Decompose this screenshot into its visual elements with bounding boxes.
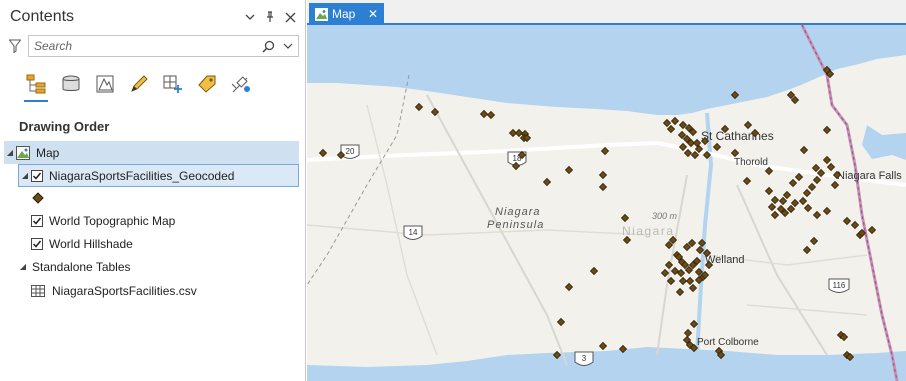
search-input[interactable] <box>29 38 258 54</box>
layer-visibility-checkbox[interactable] <box>31 214 43 227</box>
map-panel: Map ✕ 20 18 14 3 116 St Catharines Thoro… <box>307 0 906 381</box>
layer-row-world-hillshade[interactable]: World Hillshade <box>0 232 305 255</box>
map-icon <box>16 145 30 160</box>
place-label-niagara-peninsula-2: Peninsula <box>487 219 544 231</box>
layer-row-world-topographic-map[interactable]: World Topographic Map <box>0 209 305 232</box>
collapse-triangle-icon[interactable]: ◢ <box>4 148 16 157</box>
pane-title: Contents <box>10 8 75 25</box>
place-label-port-colborne: Port Colborne <box>697 337 759 348</box>
point-symbol-icon[interactable] <box>32 192 44 204</box>
search-options-chevron-icon[interactable] <box>278 36 298 56</box>
list-by-drawing-order-icon[interactable] <box>20 69 54 102</box>
tab-label: Map <box>332 7 356 21</box>
layer-tree: ◢ Map ◢ NiagaraSportsFacilities_Geocoded… <box>0 141 305 304</box>
table-icon <box>31 285 45 297</box>
place-label-niagara-falls: Niagara Falls <box>837 170 902 182</box>
contents-header: Contents <box>0 0 305 34</box>
list-by-perspective-imagery-icon[interactable] <box>224 69 258 99</box>
list-by-editing-icon[interactable] <box>122 69 156 99</box>
highway-shield-116: 116 <box>828 278 850 293</box>
shield-label: 20 <box>346 147 355 156</box>
table-label: NiagaraSportsFacilities.csv <box>52 284 197 298</box>
search-icon[interactable] <box>258 36 278 56</box>
map-node-label: Map <box>36 145 60 160</box>
contents-pane: Contents Search Drawing Order ◢ Map ◢ Ni… <box>0 0 306 381</box>
layer-label: NiagaraSportsFacilities_Geocoded <box>49 168 235 183</box>
close-icon[interactable] <box>281 8 299 26</box>
layer-row-niagara-sports-facilities[interactable]: ◢ NiagaraSportsFacilities_Geocoded <box>18 164 299 187</box>
shield-label: 14 <box>409 228 418 237</box>
tab-close-icon[interactable]: ✕ <box>366 7 380 21</box>
layer-symbol-row[interactable] <box>0 187 305 209</box>
tab-map[interactable]: Map ✕ <box>309 3 384 25</box>
list-by-selection-icon[interactable] <box>88 69 122 99</box>
collapse-triangle-icon[interactable]: ◢ <box>17 262 29 271</box>
map-canvas[interactable]: 20 18 14 3 116 St Catharines Thorold Nia… <box>307 25 906 381</box>
shield-label: 116 <box>833 281 846 290</box>
shield-label: 3 <box>582 354 587 363</box>
elevation-label: 300 m <box>652 211 678 221</box>
place-label-niagara-region: Niagara <box>622 224 675 238</box>
standalone-tables-node[interactable]: ◢ Standalone Tables <box>0 255 305 278</box>
table-row-niagara-sports-facilities-csv[interactable]: NiagaraSportsFacilities.csv <box>0 278 305 304</box>
place-label-st-catharines: St Catharines <box>701 129 774 143</box>
standalone-tables-label: Standalone Tables <box>32 259 131 274</box>
pin-icon[interactable] <box>261 8 279 26</box>
place-label-niagara-peninsula-1: Niagara <box>495 206 541 218</box>
search-box <box>28 35 299 57</box>
drawing-order-heading: Drawing Order <box>19 119 110 134</box>
contents-view-toolbar <box>0 66 305 102</box>
highway-shield-20: 20 <box>340 144 360 159</box>
list-by-snapping-icon[interactable] <box>156 69 190 99</box>
map-tabstrip: Map ✕ <box>307 0 906 25</box>
map-tab-icon <box>315 7 328 21</box>
highway-shield-14: 14 <box>403 225 423 240</box>
highway-shield-3: 3 <box>574 351 594 366</box>
filter-icon[interactable] <box>6 37 24 55</box>
collapse-triangle-icon[interactable]: ◢ <box>19 171 31 180</box>
layer-visibility-checkbox[interactable] <box>31 237 43 250</box>
layer-label: World Hillshade <box>49 236 133 251</box>
layer-visibility-checkbox[interactable] <box>31 169 43 182</box>
search-row <box>0 34 305 58</box>
list-by-labeling-icon[interactable] <box>190 69 224 99</box>
layer-label: World Topographic Map <box>49 213 176 228</box>
pane-options-chevron-icon[interactable] <box>241 8 259 26</box>
place-label-thorold: Thorold <box>734 157 768 168</box>
map-node[interactable]: ◢ Map <box>4 141 299 164</box>
list-by-source-icon[interactable] <box>54 69 88 99</box>
